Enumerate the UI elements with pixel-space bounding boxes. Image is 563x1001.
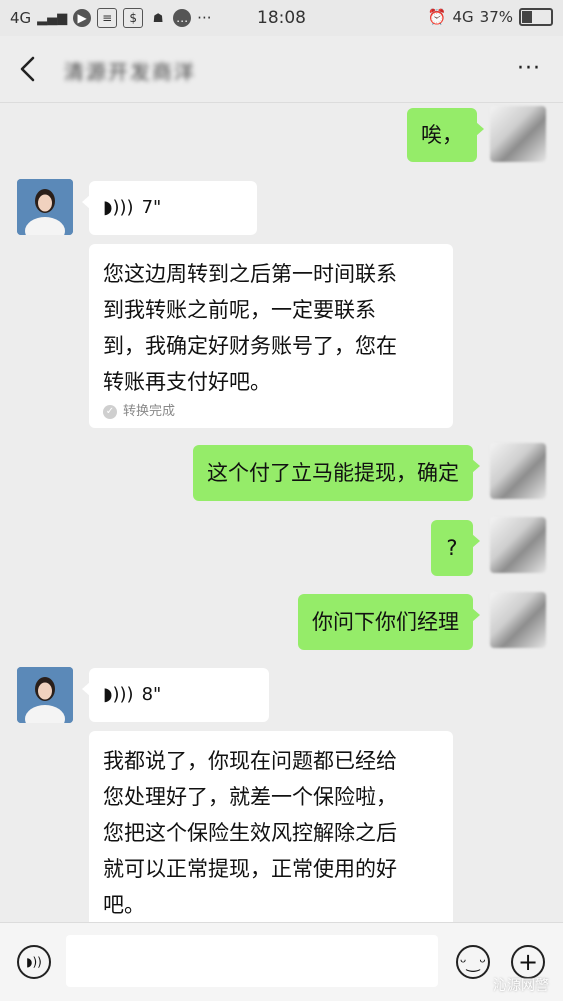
voice-message[interactable]: ◗))) 7" (82, 181, 257, 235)
battery-percentage: 37% (479, 8, 513, 26)
voice-input-button[interactable]: ◗)) (17, 945, 51, 979)
message-text: 你问下你们经理 (312, 610, 459, 634)
battery-icon (519, 8, 553, 26)
message-input[interactable] (66, 935, 438, 987)
smiley-icon: ᵕ‿ᵕ (459, 952, 487, 972)
my-avatar[interactable] (490, 106, 546, 162)
avatar-portrait (17, 667, 73, 723)
message-text: ? (446, 536, 458, 560)
transcript-line: 您把这个保险生效风控解除之后 (103, 821, 397, 845)
voice-wave-icon: ◗)) (26, 955, 42, 969)
message-bubble-sent[interactable]: 唉， (407, 108, 484, 162)
contact-avatar[interactable] (17, 667, 73, 723)
voice-wave-icon: ◗))) (103, 684, 134, 705)
transcript-line: 您这边周转到之后第一时间联系 (103, 262, 397, 286)
message-bubble-sent[interactable]: 你问下你们经理 (298, 594, 480, 650)
emoji-button[interactable]: ᵕ‿ᵕ (456, 945, 490, 979)
network-type-right: 4G (452, 8, 474, 26)
transcript-line: 到，我确定好财务账号了，您在 (103, 334, 397, 358)
plus-icon: + (517, 948, 539, 976)
transcript-line: 您处理好了，就差一个保险啦， (103, 785, 397, 809)
chat-header: 清源开发商洋 ··· (0, 36, 563, 103)
voice-wave-icon: ◗))) (103, 197, 134, 218)
my-avatar[interactable] (490, 592, 546, 648)
transcript-line: 吧。 (103, 893, 145, 917)
status-bar: 4G ▂▄▆ ▶ ≡ $ ☗ … ··· 18:08 ⏰ 4G 37% (0, 0, 563, 36)
transcript-line: 转账再支付好吧。 (103, 370, 271, 394)
my-avatar[interactable] (490, 443, 546, 499)
more-options-icon[interactable]: ··· (517, 56, 541, 81)
message-text: 唉， (421, 123, 463, 147)
message-text: 这个付了立马能提现，确定 (207, 461, 459, 485)
chat-title: 清源开发商洋 (64, 60, 196, 84)
voice-transcript[interactable]: 我都说了，你现在问题都已经给 您处理好了，就差一个保险啦， 您把这个保险生效风控… (89, 731, 453, 922)
voice-message[interactable]: ◗))) 8" (82, 668, 269, 722)
avatar-portrait (17, 179, 73, 235)
voice-transcript[interactable]: 您这边周转到之后第一时间联系 到我转账之前呢，一定要联系 到，我确定好财务账号了… (89, 244, 453, 428)
transcript-status-text: 转换完成 (123, 404, 176, 419)
voice-duration: 7" (141, 197, 162, 218)
transcript-line: 我都说了，你现在问题都已经给 (103, 749, 397, 773)
transcript-line: 到我转账之前呢，一定要联系 (103, 298, 376, 322)
input-bar: ◗)) ᵕ‿ᵕ + 沁源网警 (0, 922, 563, 1001)
more-functions-button[interactable]: + (511, 945, 545, 979)
check-icon: ✓ (103, 405, 117, 419)
transcript-line: 就可以正常提现，正常使用的好 (103, 857, 397, 881)
transcript-status: ✓ 转换完成 (103, 402, 439, 422)
status-right: ⏰ 4G 37% (428, 8, 553, 26)
watermark: 沁源网警 (493, 978, 549, 994)
message-bubble-sent[interactable]: 这个付了立马能提现，确定 (193, 445, 480, 501)
message-bubble-sent[interactable]: ? (431, 520, 480, 576)
back-arrow-icon[interactable] (14, 54, 44, 84)
contact-avatar[interactable] (17, 179, 73, 235)
alarm-icon: ⏰ (427, 8, 447, 26)
voice-duration: 8" (141, 684, 162, 705)
my-avatar[interactable] (490, 517, 546, 573)
